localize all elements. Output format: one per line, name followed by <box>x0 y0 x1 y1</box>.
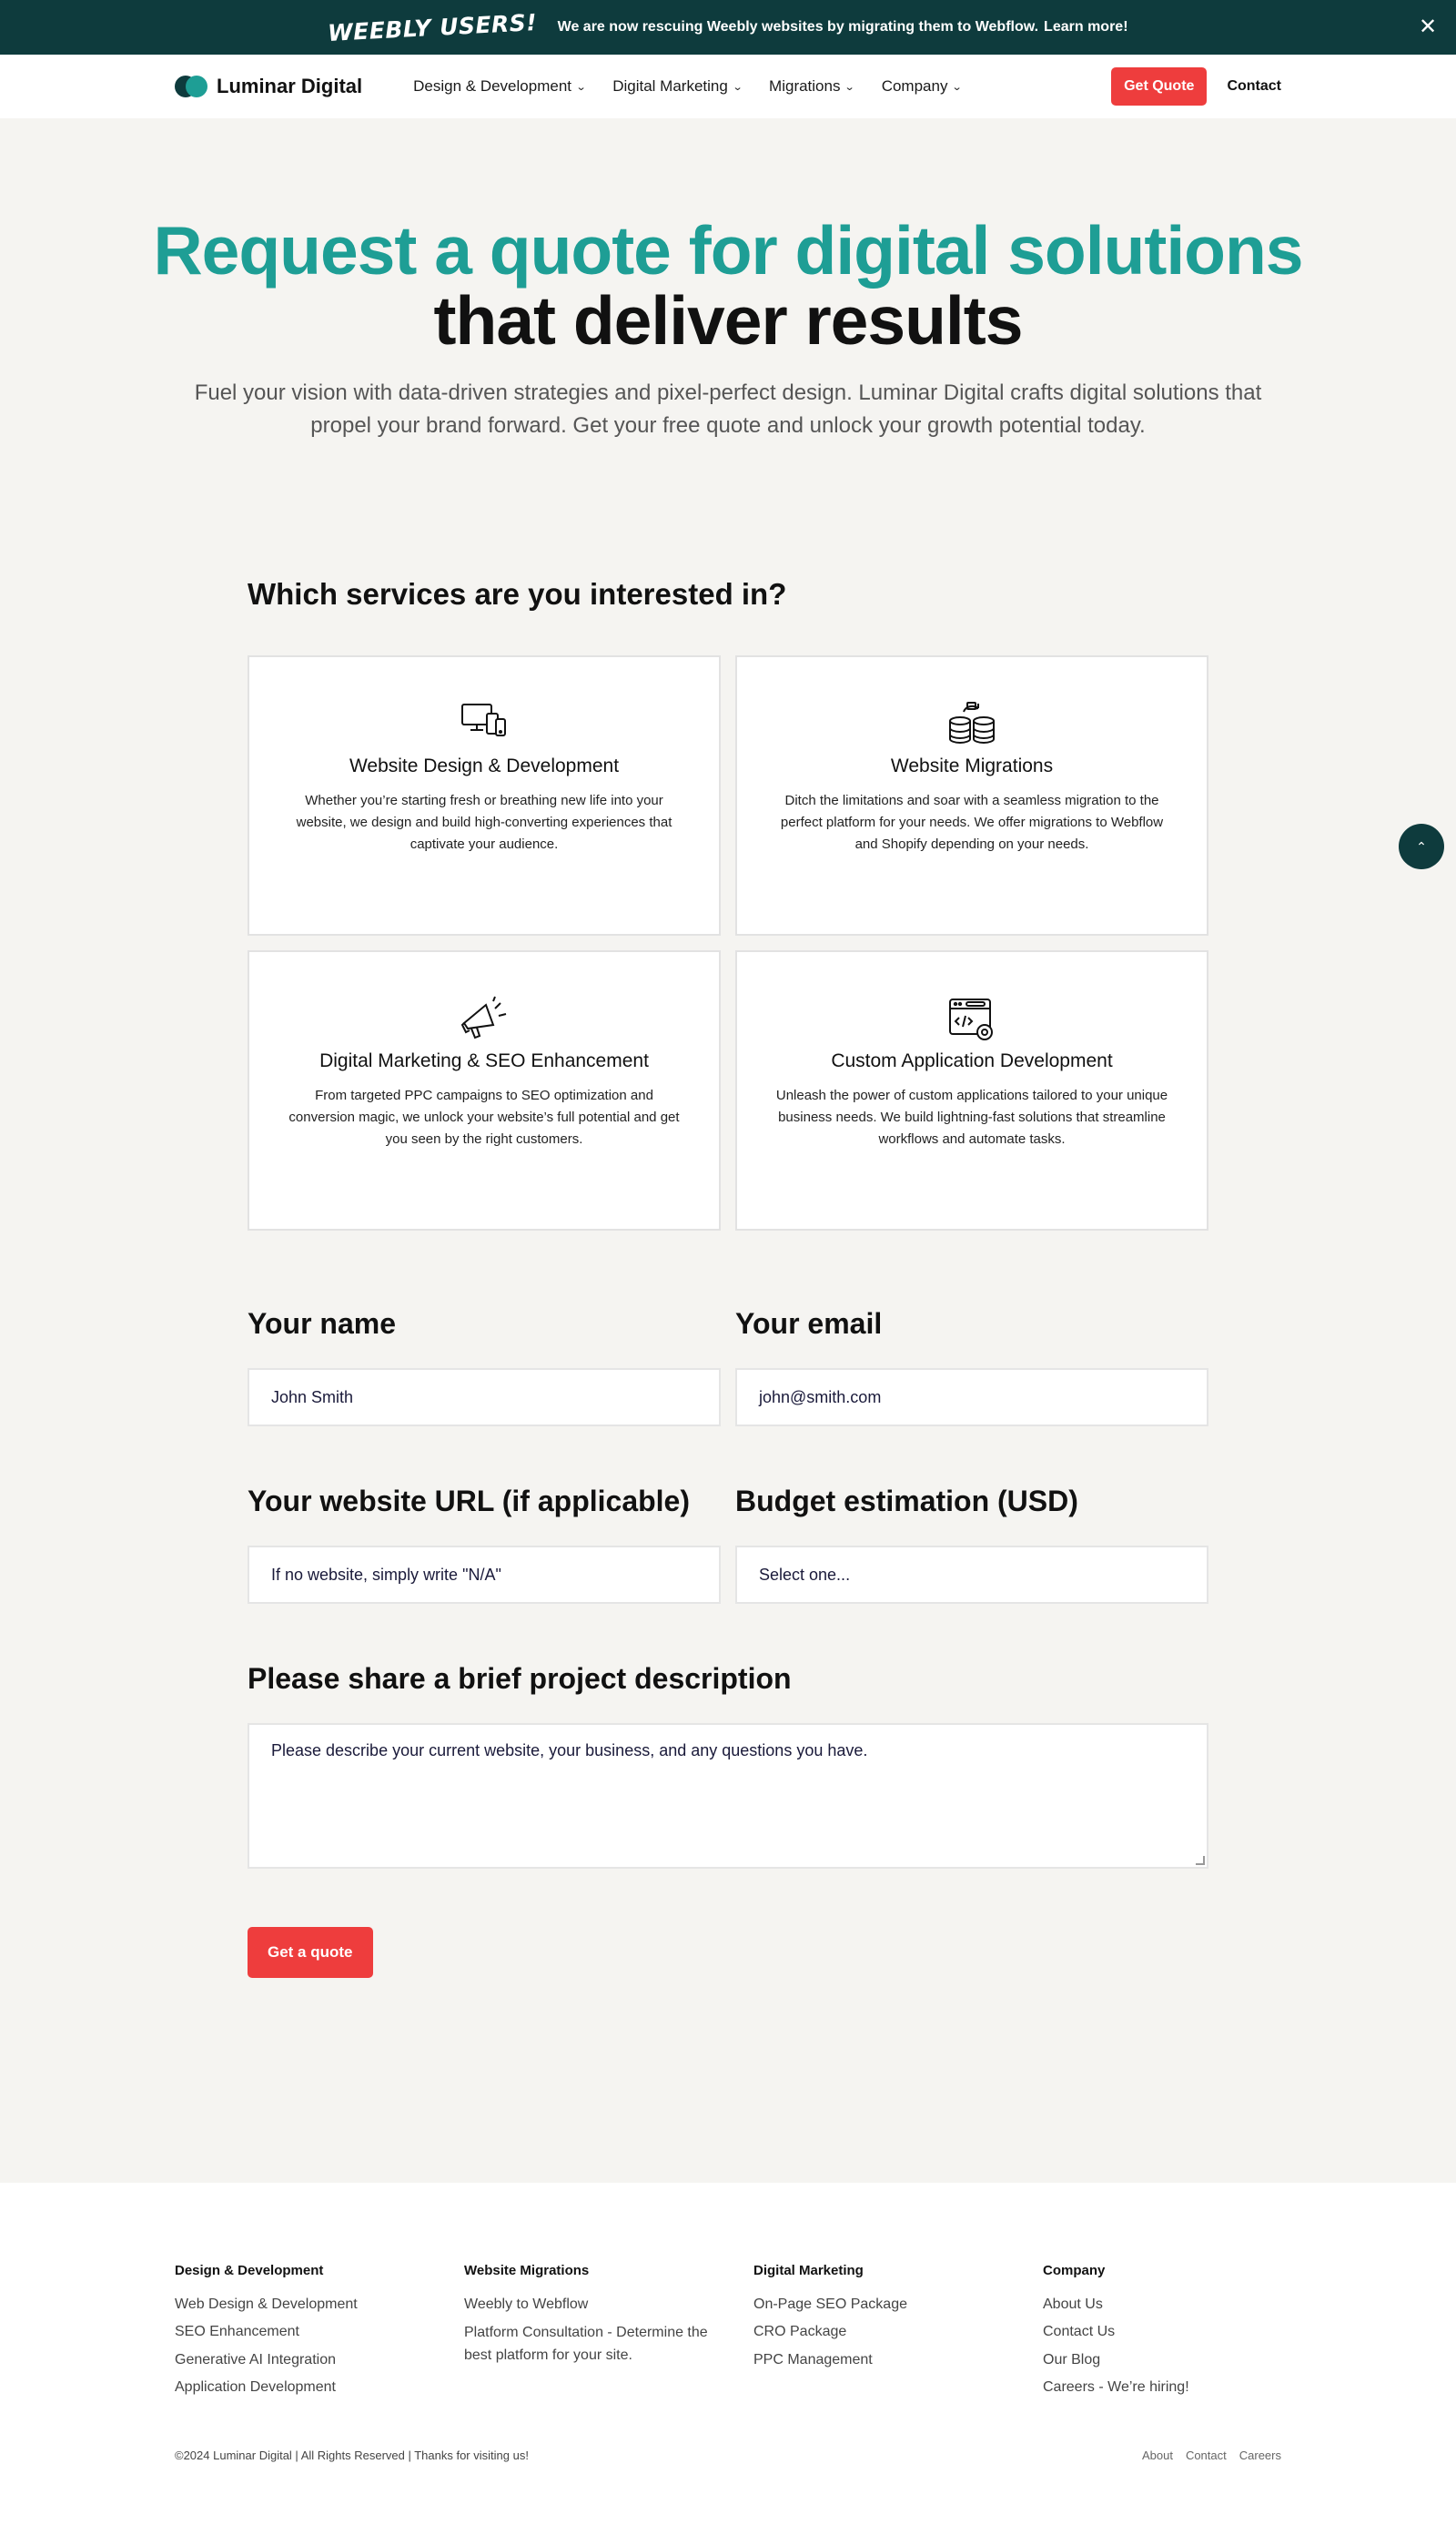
banner-learn-more-link[interactable]: Learn more! <box>1044 19 1127 35</box>
nav-item-label: Migrations <box>769 77 841 95</box>
footer-link[interactable]: Application Development <box>175 2374 464 2401</box>
code-window-icon <box>768 996 1176 1041</box>
url-field-group: Your website URL (if applicable) If no w… <box>248 1485 721 1604</box>
service-title: Website Design & Development <box>349 755 620 776</box>
services-heading: Which services are you interested in? <box>248 577 787 611</box>
service-description: Ditch the limitations and soar with a se… <box>780 793 1164 852</box>
quote-form: Which services are you interested in? We… <box>248 577 1208 1978</box>
footer-link[interactable]: Web Design & Development <box>175 2291 464 2318</box>
megaphone-icon <box>280 996 688 1041</box>
footer: Design & Development Web Design & Develo… <box>0 2183 1456 2545</box>
footer-link[interactable]: SEO Enhancement <box>175 2318 464 2346</box>
get-quote-button[interactable]: Get Quote <box>1111 67 1208 106</box>
service-card-migrations[interactable]: Website Migrations Ditch the limitations… <box>735 655 1208 936</box>
footer-careers-link[interactable]: Careers <box>1239 2449 1281 2462</box>
footer-link[interactable]: PPC Management <box>753 2347 1043 2374</box>
nav-item-company[interactable]: Company ⌄ <box>881 77 964 96</box>
main-nav: Luminar Digital Design & Development ⌄ D… <box>0 55 1456 118</box>
email-field[interactable]: john@smith.com <box>735 1368 1208 1426</box>
budget-label: Budget estimation (USD) <box>735 1485 1078 1517</box>
footer-link[interactable]: Careers - We’re hiring! <box>1043 2374 1279 2401</box>
contact-link[interactable]: Contact <box>1227 78 1281 95</box>
budget-field-group: Budget estimation (USD) Select one... <box>735 1485 1208 1604</box>
footer-link[interactable]: Platform Consultation - Determine the be… <box>464 2322 710 2368</box>
footer-link[interactable]: CRO Package <box>753 2318 1043 2346</box>
service-card-design[interactable]: Website Design & Development Whether you… <box>248 655 721 936</box>
service-description: Unleash the power of custom applications… <box>775 1088 1168 1147</box>
devices-icon <box>280 701 688 746</box>
nav-item-label: Design & Development <box>413 77 571 95</box>
footer-link[interactable]: Weebly to Webflow <box>464 2291 753 2318</box>
footer-link[interactable]: On-Page SEO Package <box>753 2291 1043 2318</box>
hero-subtitle: Fuel your vision with data-driven strate… <box>194 380 1262 438</box>
hero-section: Request a quote for digital solutions th… <box>0 118 1456 442</box>
footer-contact-link[interactable]: Contact <box>1186 2449 1227 2462</box>
nav-item-label: Digital Marketing <box>612 77 728 95</box>
logo-icon <box>175 76 207 97</box>
services-grid: Website Design & Development Whether you… <box>248 655 1208 1231</box>
description-label: Please share a brief project description <box>248 1662 792 1695</box>
nav-item-migrations[interactable]: Migrations ⌄ <box>769 77 856 96</box>
name-field[interactable]: John Smith <box>248 1368 721 1426</box>
service-description: From targeted PPC campaigns to SEO optim… <box>288 1088 680 1147</box>
nav-item-label: Company <box>881 77 948 95</box>
email-label: Your email <box>735 1307 883 1340</box>
chevron-down-icon: ⌄ <box>732 81 743 93</box>
hero-title-line2: that deliver results <box>433 282 1024 359</box>
announcement-banner: WEEBLY USERS! We are now rescuing Weebly… <box>0 0 1456 55</box>
name-field-group: Your name John Smith <box>248 1307 721 1426</box>
footer-heading: Design & Development <box>175 2263 324 2278</box>
footer-heading: Website Migrations <box>464 2263 590 2278</box>
service-card-marketing[interactable]: Digital Marketing & SEO Enhancement From… <box>248 950 721 1231</box>
resize-handle-icon[interactable] <box>1196 1856 1205 1865</box>
service-description: Whether you’re starting fresh or breathi… <box>296 793 672 852</box>
submit-quote-button[interactable]: Get a quote <box>248 1927 373 1978</box>
database-transfer-icon <box>768 701 1176 746</box>
logo-text: Luminar Digital <box>217 75 363 97</box>
name-label: Your name <box>248 1307 396 1340</box>
chevron-down-icon: ⌄ <box>844 81 856 93</box>
budget-select[interactable]: Select one... <box>735 1546 1208 1604</box>
url-label: Your website URL (if applicable) <box>248 1485 690 1517</box>
chevron-up-icon: ⌃ <box>1416 838 1427 854</box>
footer-link[interactable]: Our Blog <box>1043 2347 1279 2374</box>
nav-item-digital-marketing[interactable]: Digital Marketing ⌄ <box>612 77 743 96</box>
description-textarea[interactable]: Please describe your current website, yo… <box>248 1723 1208 1869</box>
footer-column-company: Company About Us Contact Us Our Blog Car… <box>1043 2263 1279 2402</box>
service-card-custom-apps[interactable]: Custom Application Development Unleash t… <box>735 950 1208 1231</box>
footer-link[interactable]: About Us <box>1043 2291 1279 2318</box>
copyright-text: ©2024 Luminar Digital | All Rights Reser… <box>175 2449 529 2462</box>
close-icon[interactable]: ✕ <box>1416 15 1440 39</box>
nav-menu: Design & Development ⌄ Digital Marketing… <box>413 77 964 96</box>
scroll-to-top-button[interactable]: ⌃ <box>1399 824 1444 869</box>
footer-heading: Digital Marketing <box>753 2263 864 2278</box>
logo[interactable]: Luminar Digital <box>175 75 362 98</box>
email-field-group: Your email john@smith.com <box>735 1307 1208 1426</box>
banner-text: We are now rescuing Weebly websites by m… <box>557 19 1039 35</box>
hero-title-line1: Request a quote for digital solutions <box>153 212 1303 289</box>
nav-item-design-development[interactable]: Design & Development ⌄ <box>413 77 587 96</box>
footer-link[interactable]: Contact Us <box>1043 2318 1279 2346</box>
footer-about-link[interactable]: About <box>1142 2449 1173 2462</box>
footer-column-marketing: Digital Marketing On-Page SEO Package CR… <box>753 2263 1043 2402</box>
chevron-down-icon: ⌄ <box>575 81 587 93</box>
footer-link[interactable]: Generative AI Integration <box>175 2347 464 2374</box>
service-title: Custom Application Development <box>831 1050 1113 1071</box>
banner-title: WEEBLY USERS! <box>327 8 539 46</box>
service-title: Digital Marketing & SEO Enhancement <box>319 1050 649 1071</box>
footer-heading: Company <box>1043 2263 1106 2278</box>
chevron-down-icon: ⌄ <box>952 81 964 93</box>
footer-column-design: Design & Development Web Design & Develo… <box>175 2263 464 2402</box>
url-field[interactable]: If no website, simply write "N/A" <box>248 1546 721 1604</box>
service-title: Website Migrations <box>890 755 1054 776</box>
footer-column-migrations: Website Migrations Weebly to Webflow Pla… <box>464 2263 753 2402</box>
description-placeholder: Please describe your current website, yo… <box>271 1741 868 1759</box>
